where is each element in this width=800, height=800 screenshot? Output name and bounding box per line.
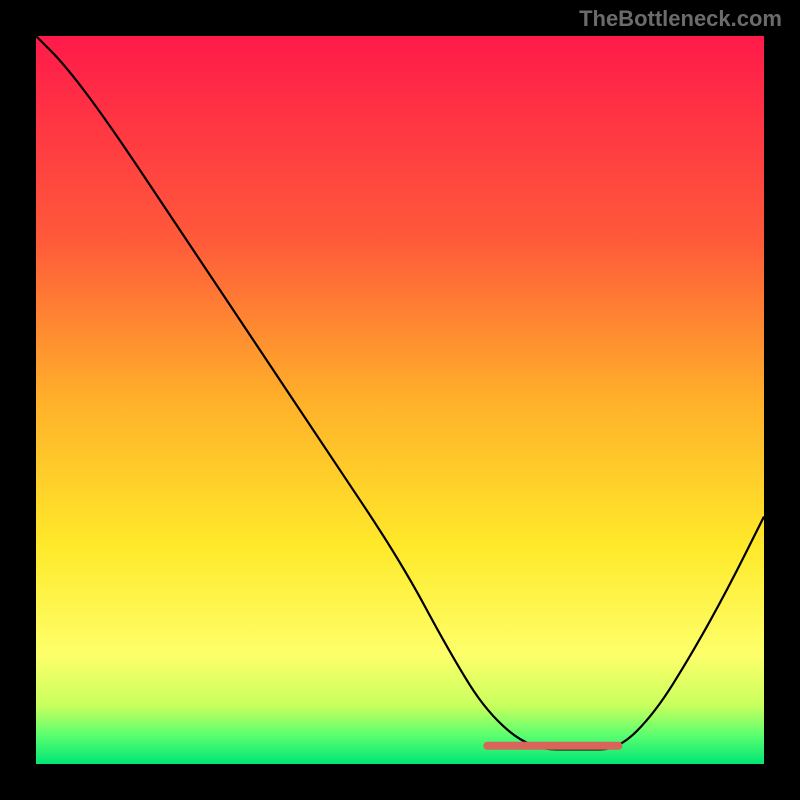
chart-frame: TheBottleneck.com	[0, 0, 800, 800]
plot-area	[36, 36, 764, 764]
chart-background-gradient	[36, 36, 764, 764]
watermark-text: TheBottleneck.com	[579, 6, 782, 32]
bottleneck-chart-svg	[36, 36, 764, 764]
